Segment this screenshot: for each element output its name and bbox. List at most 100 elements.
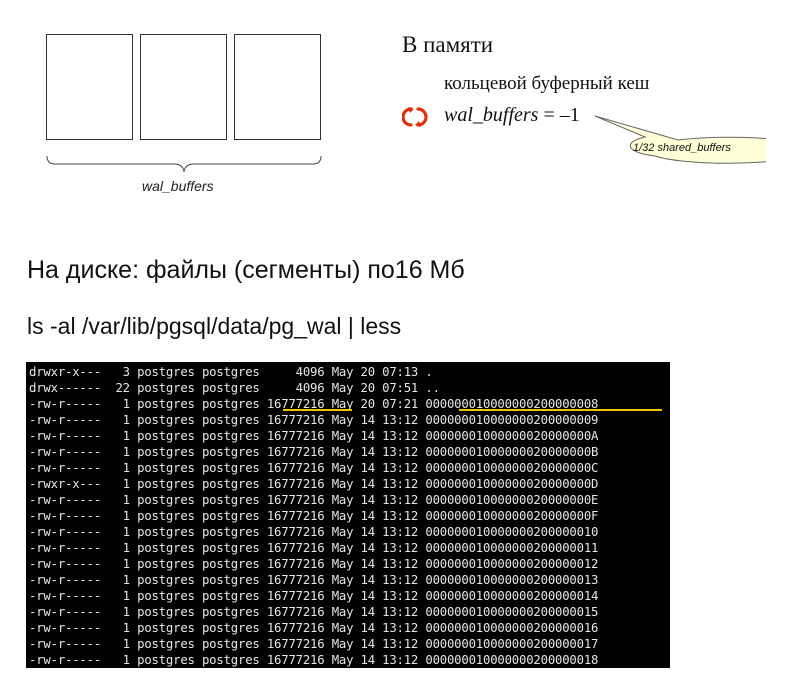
listing-date: May 14 13:12 [331,509,419,523]
listing-name: 00000001000000020000000D [425,477,599,491]
listing-date: May 20 07:51 [331,381,419,395]
listing-links: 1 [115,541,130,555]
listing-links: 1 [115,621,130,635]
listing-perms: -rw-r----- [29,445,102,459]
listing-links: 1 [115,573,130,587]
listing-owner: postgres [137,461,195,475]
listing-links: 1 [115,557,130,571]
listing-links: 1 [115,525,130,539]
listing-perms: -rw-r----- [29,605,102,619]
listing-name: 00000001000000020000000F [425,509,599,523]
buffer-page-3 [234,34,321,140]
listing-size: 16777216 [266,653,325,667]
listing-row: drwx------ 22 postgres postgres 4096 May… [29,380,670,396]
buffer-page-2 [140,34,227,140]
listing-date: May 14 13:12 [331,445,419,459]
size-underline [283,409,352,411]
listing-owner: postgres [137,413,195,427]
terminal-output: drwxr-x--- 3 postgres postgres 4096 May … [26,362,670,668]
listing-perms: -rw-r----- [29,621,102,635]
listing-owner: postgres [137,589,195,603]
brace-label: wal_buffers [142,178,214,194]
listing-owner: postgres [137,621,195,635]
listing-links: 1 [115,429,130,443]
listing-row: -rw-r----- 1 postgres postgres 16777216 … [29,556,670,572]
listing-date: May 14 13:12 [331,589,419,603]
param-name: wal_buffers [444,104,539,126]
listing-group: postgres [201,637,260,651]
callout-text: 1/32 shared_buffers [633,142,731,154]
listing-group: postgres [201,477,260,491]
reload-icon [402,107,428,127]
listing-name: 000000010000000200000011 [425,541,599,555]
listing-group: postgres [201,653,260,667]
listing-group: postgres [201,605,260,619]
listing-size: 16777216 [266,429,325,443]
listing-size: 16777216 [266,573,325,587]
listing-date: May 14 13:12 [331,637,419,651]
listing-links: 1 [115,589,130,603]
listing-owner: postgres [137,525,195,539]
listing-perms: -rw-r----- [29,653,102,667]
listing-name: 00000001000000020000000B [425,445,599,459]
listing-group: postgres [201,589,260,603]
listing-name: 000000010000000200000016 [425,621,599,635]
listing-perms: -rw-r----- [29,509,102,523]
listing-name: 000000010000000200000009 [425,413,599,427]
listing-row: -rw-r----- 1 postgres postgres 16777216 … [29,508,670,524]
listing-owner: postgres [137,381,195,395]
listing-owner: postgres [137,541,195,555]
listing-name: .. [425,381,440,395]
listing-links: 1 [115,445,130,459]
listing-date: May 14 13:12 [331,525,419,539]
listing-date: May 14 13:12 [331,557,419,571]
listing-links: 1 [115,637,130,651]
listing-size: 4096 [266,381,325,395]
listing-owner: postgres [137,509,195,523]
listing-date: May 20 07:13 [331,365,419,379]
listing-owner: postgres [137,605,195,619]
listing-group: postgres [201,573,260,587]
listing-links: 1 [115,397,130,411]
listing-row: -rw-r----- 1 postgres postgres 16777216 … [29,636,670,652]
listing-size: 16777216 [266,413,325,427]
disk-title: На диске: файлы (сегменты) по16 Мб [27,256,465,284]
listing-group: postgres [201,461,260,475]
listing-size: 16777216 [266,493,325,507]
listing-perms: -rw-r----- [29,637,102,651]
listing-size: 16777216 [266,589,325,603]
listing-size: 16777216 [266,621,325,635]
listing-links: 1 [115,477,130,491]
listing-owner: postgres [137,637,195,651]
listing-group: postgres [201,381,260,395]
listing-group: postgres [201,413,260,427]
listing-owner: postgres [137,397,195,411]
listing-date: May 14 13:12 [331,621,419,635]
listing-size: 16777216 [266,509,325,523]
listing-row: -rw-r----- 1 postgres postgres 16777216 … [29,540,670,556]
listing-date: May 14 13:12 [331,493,419,507]
listing-perms: -rw-r----- [29,493,102,507]
listing-size: 16777216 [266,541,325,555]
listing-row: -rwxr-x--- 1 postgres postgres 16777216 … [29,476,670,492]
listing-date: May 14 13:12 [331,413,419,427]
listing-owner: postgres [137,365,195,379]
listing-owner: postgres [137,557,195,571]
listing-owner: postgres [137,445,195,459]
listing-group: postgres [201,365,260,379]
listing-group: postgres [201,429,260,443]
memory-title: В памяти [402,32,494,57]
listing-owner: postgres [137,653,195,667]
listing-size: 16777216 [266,525,325,539]
listing-perms: -rwxr-x--- [29,477,102,491]
listing-name: 000000010000000200000017 [425,637,599,651]
listing-date: May 14 13:12 [331,605,419,619]
listing-name: 00000001000000020000000A [425,429,599,443]
listing-group: postgres [201,493,260,507]
listing-perms: -rw-r----- [29,573,102,587]
buffer-page-1 [46,34,133,140]
listing-size: 16777216 [266,477,325,491]
listing-name: . [425,365,433,379]
listing-links: 1 [115,493,130,507]
listing-row: -rw-r----- 1 postgres postgres 16777216 … [29,604,670,620]
